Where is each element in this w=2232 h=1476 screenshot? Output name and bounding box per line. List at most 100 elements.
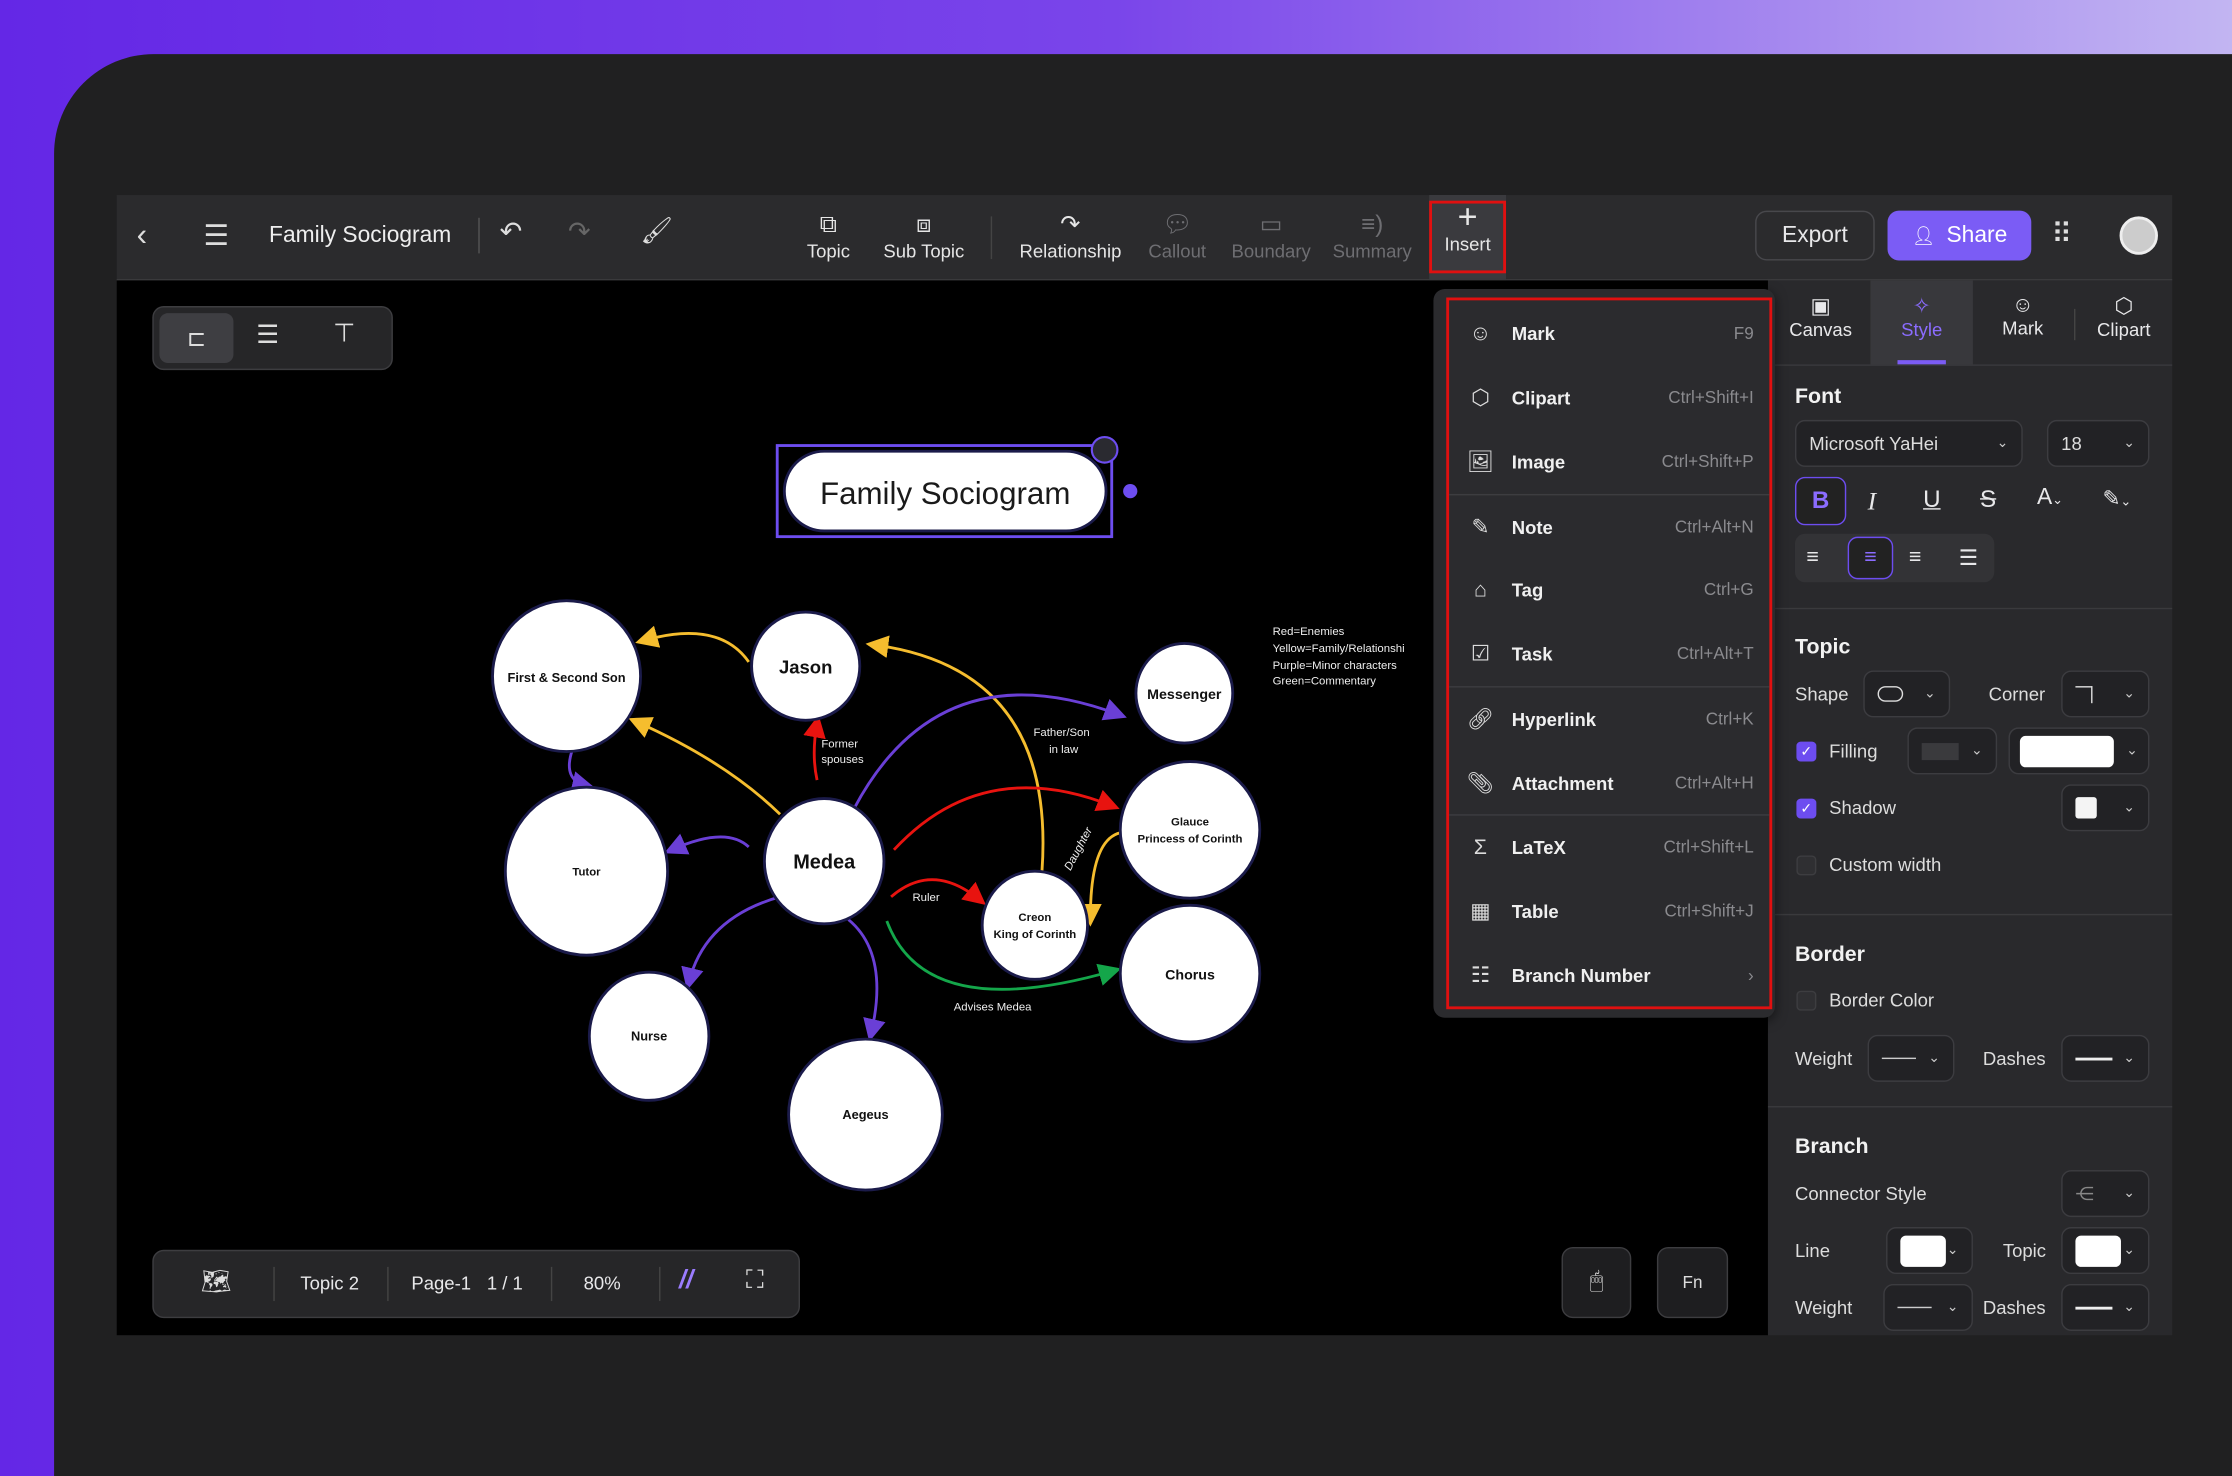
shadow-label: Shadow [1829, 797, 1897, 819]
branch-dashes-select[interactable]: ⌄ [2061, 1283, 2150, 1331]
page-label[interactable]: Page-1 [411, 1273, 471, 1294]
zoom-level[interactable]: 80% [584, 1273, 621, 1294]
menu-item-shortcut: Ctrl+Shift+P [1661, 451, 1754, 472]
filling-checkbox[interactable]: ✓ [1796, 741, 1817, 762]
border-weight-label: Weight [1794, 1047, 1853, 1070]
root-topic-label[interactable]: Family Sociogram [820, 476, 1070, 511]
insert-menu-item-mark[interactable]: ☺ Mark F9 [1452, 305, 1765, 362]
insert-menu-item-attachment[interactable]: 📎︎ Attachment Ctrl+Alt+H [1452, 754, 1765, 811]
chevron-down-icon: ⌄ [1946, 1299, 1959, 1316]
legend-item: Red=Enemies [1273, 626, 1345, 638]
insert-menu-item-latex[interactable]: Σ LaTeX Ctrl+Shift+L [1452, 818, 1765, 875]
font-size-select[interactable]: 18 ⌄ [2046, 419, 2150, 467]
insert-menu-item-tag[interactable]: ⌂ Tag Ctrl+G [1452, 561, 1765, 618]
mouse-mode-icon[interactable]: 🖱︎ [1561, 1246, 1632, 1319]
legend-item: Green=Commentary [1273, 676, 1377, 688]
connector-icon: ⋲ [2075, 1182, 2094, 1204]
tab-label: Mark [2002, 317, 2044, 339]
custom-width-checkbox[interactable] [1796, 855, 1817, 876]
font-family-select[interactable]: Microsoft YaHei ⌄ [1794, 419, 2023, 467]
clipart-icon: ⬡ [2114, 294, 2134, 319]
border-dashes-select[interactable]: ⌄ [2061, 1034, 2150, 1082]
node-label[interactable]: First & Second Son [508, 670, 626, 685]
align-left-icon[interactable]: ≡ [1806, 545, 1818, 569]
font-family-value: Microsoft YaHei [1809, 432, 1939, 455]
line-weight-icon [1897, 1306, 1932, 1309]
insert-menu-item-clipart[interactable]: ⬡ Clipart Ctrl+Shift+I [1452, 369, 1765, 426]
bold-button[interactable]: B [1794, 476, 1847, 526]
edge-jason-sons [635, 625, 750, 663]
topic-icon-badge [1090, 435, 1119, 464]
tab-canvas[interactable]: ▣ Canvas [1782, 293, 1859, 341]
tab-clipart[interactable]: ⬡ Clipart [2085, 293, 2162, 341]
menu-separator [1449, 686, 1770, 688]
sparkle-icon: ✧ [1912, 294, 1931, 319]
insert-menu-item-note[interactable]: ✎ Note Ctrl+Alt+N [1452, 498, 1765, 555]
node-label[interactable]: Chorus [1165, 967, 1215, 983]
node-label[interactable]: Aegeus [842, 1107, 888, 1122]
insert-menu-item-task[interactable]: ☑ Task Ctrl+Alt+T [1452, 625, 1765, 682]
shadow-color-select[interactable]: ⌄ [2061, 784, 2150, 832]
function-icon[interactable]: Fn [1656, 1246, 1729, 1319]
insert-menu-item-table[interactable]: ▦ Table Ctrl+Shift+J [1452, 883, 1765, 940]
insert-menu-item-image[interactable]: 🖼︎ Image Ctrl+Shift+P [1452, 433, 1765, 490]
insert-menu-item-hyperlink[interactable]: 🔗︎ Hyperlink Ctrl+K [1452, 690, 1765, 747]
node-label[interactable]: Glauce [1171, 817, 1209, 829]
align-right-icon[interactable]: ≡ [1909, 545, 1921, 569]
screen: ‹ ☰ Family Sociogram ↶ ↷ 🖌 ⧉ Topic ⧈ Sub T… [0, 0, 2232, 1476]
shadow-checkbox[interactable]: ✓ [1796, 798, 1817, 819]
map-icon[interactable]: 🗺︎ [201, 1268, 232, 1296]
divider [1767, 364, 2173, 366]
font-color-button[interactable]: A⌄ [2037, 485, 2063, 511]
border-section-title: Border [1794, 942, 1866, 967]
node-label[interactable]: Jason [779, 656, 832, 677]
chevron-down-icon: ⌄ [2123, 686, 2136, 702]
italic-button[interactable]: I [1868, 487, 1877, 517]
tab-style[interactable]: ✧ Style [1883, 293, 1960, 341]
justify-icon[interactable]: ☰ [1959, 545, 1978, 571]
menu-item-label: Branch Number [1511, 964, 1651, 986]
fill-color-select[interactable]: ⌄ [2008, 727, 2150, 775]
line-dash-icon [2075, 1056, 2113, 1060]
edge-medea-jason [803, 714, 826, 781]
divider [273, 1266, 275, 1302]
insert-menu-item-branch-number[interactable]: ☷ Branch Number › [1452, 947, 1765, 1004]
branch-topic-color-select[interactable]: ⌄ [2061, 1227, 2150, 1275]
node-label[interactable]: King of Corinth [993, 929, 1076, 941]
tab-mark[interactable]: ☺ Mark [1984, 293, 2061, 339]
node-label[interactable]: Tutor [572, 866, 601, 878]
highlight-icon[interactable]: ✎⌄ [2102, 485, 2131, 511]
node-label[interactable]: Medea [793, 851, 856, 873]
divider [550, 1266, 553, 1302]
align-center-icon[interactable]: ≡ [1847, 536, 1894, 580]
connector-style-select[interactable]: ⋲ ⌄ [2061, 1170, 2150, 1218]
smiley-pin-icon: ☺ [1469, 320, 1492, 346]
menu-item-label: Clipart [1511, 386, 1571, 408]
edge-medea-aegeus [847, 918, 886, 1042]
menu-item-label: Mark [1511, 322, 1555, 344]
underline-button[interactable]: U [1923, 485, 1940, 513]
branch-weight-select[interactable]: ⌄ [1883, 1283, 1973, 1331]
branch-weight-label: Weight [1794, 1296, 1853, 1319]
corner-select[interactable]: ⌄ [2061, 670, 2150, 718]
ai-logo-icon[interactable]: // [679, 1265, 693, 1295]
node-label[interactable]: Nurse [631, 1029, 667, 1044]
node-label[interactable]: Creon [1018, 912, 1051, 924]
border-color-checkbox[interactable] [1796, 990, 1817, 1011]
branch-section-title: Branch [1794, 1134, 1869, 1159]
strikethrough-button[interactable]: S [1980, 485, 1996, 513]
chevron-down-icon: ⌄ [2123, 435, 2136, 452]
fill-pattern-select[interactable]: ⌄ [1907, 727, 1998, 775]
menu-separator [1449, 493, 1770, 496]
edge-medea-tutor [664, 833, 750, 855]
node-label[interactable]: Princess of Corinth [1138, 834, 1243, 846]
fill-color-swatch [2019, 735, 2114, 767]
shape-select[interactable]: ⌄ [1863, 670, 1951, 718]
node-label[interactable]: Messenger [1147, 687, 1222, 703]
fullscreen-icon[interactable]: ⛶ [746, 1265, 764, 1295]
line-color-select[interactable]: ⌄ [1886, 1227, 1973, 1275]
edge-sons-tutor [567, 749, 595, 794]
menu-item-shortcut: Ctrl+K [1705, 708, 1754, 729]
menu-item-label: Tag [1511, 578, 1544, 600]
border-weight-select[interactable]: ⌄ [1867, 1034, 1955, 1082]
